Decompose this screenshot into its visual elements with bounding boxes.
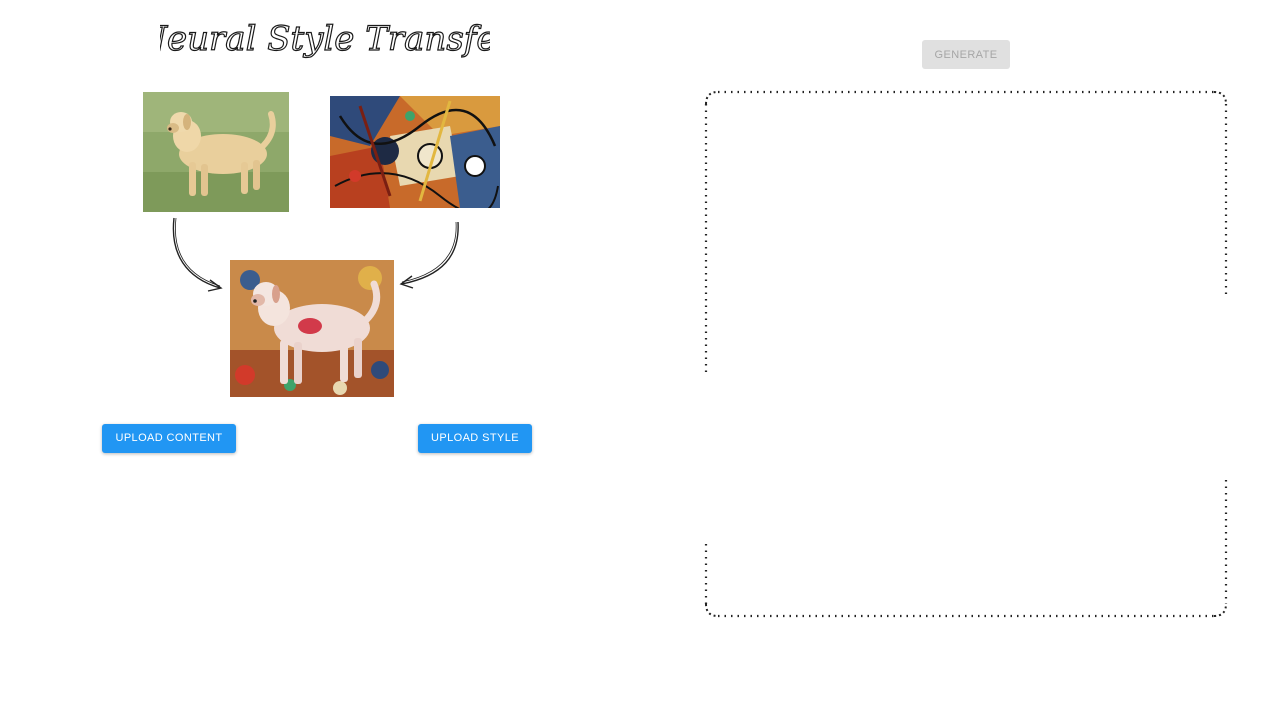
output-image-area: [704, 90, 1228, 618]
upload-content-button[interactable]: UPLOAD CONTENT: [102, 424, 236, 453]
style-image: [330, 96, 500, 208]
generate-button[interactable]: GENERATE: [922, 40, 1010, 69]
app-page: Neural Style Transfer: [0, 0, 1288, 728]
result-image: [230, 260, 394, 397]
content-image: [143, 92, 289, 212]
upload-style-button[interactable]: UPLOAD STYLE: [418, 424, 532, 453]
page-title: Neural Style Transfer: [136, 8, 515, 72]
arrow-down-left-icon: [394, 218, 466, 292]
page-title-text: Neural Style Transfer: [160, 19, 490, 59]
arrow-down-right-icon: [166, 214, 230, 296]
